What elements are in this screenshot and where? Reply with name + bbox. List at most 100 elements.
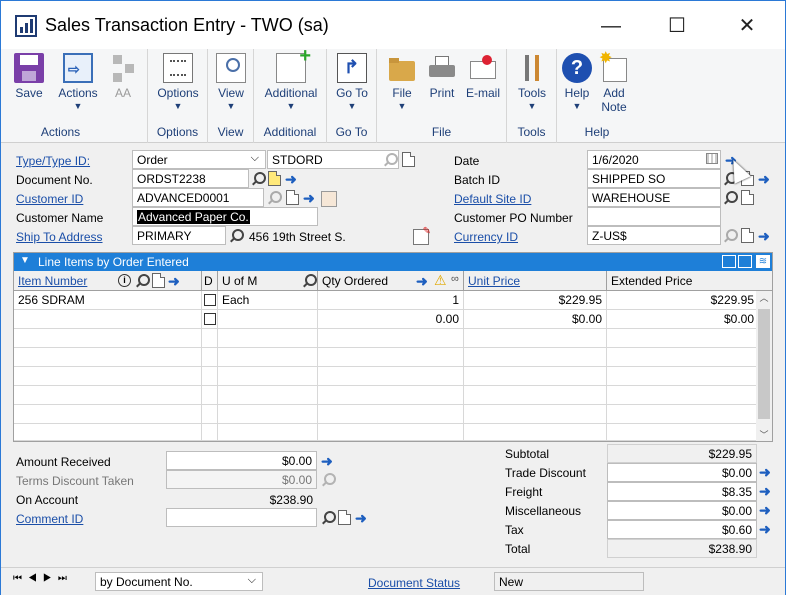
go-arrow-icon[interactable]: ➜ — [168, 274, 182, 288]
freight-field[interactable]: $8.35 — [607, 482, 757, 501]
collapse-icon[interactable]: ▼ — [20, 255, 30, 266]
column-qty-ordered[interactable]: Qty Ordered ➜ ⚠ ∞ — [318, 271, 464, 291]
item-number-cell[interactable]: 256 SDRAM — [14, 291, 202, 310]
lookup-icon[interactable] — [321, 473, 336, 487]
empty-row[interactable] — [14, 386, 758, 405]
d-checkbox[interactable] — [204, 313, 216, 325]
table-row[interactable]: 256 SDRAM Each 1 $229.95 $229.95 — [14, 291, 758, 310]
customer-card-icon[interactable] — [321, 191, 337, 207]
go-arrow-icon[interactable]: ➜ — [759, 465, 773, 479]
minimize-button[interactable]: — — [591, 11, 631, 41]
new-document-icon[interactable] — [741, 228, 754, 243]
aa-button[interactable]: AA — [109, 53, 137, 100]
additional-button[interactable]: + Additional ▼ — [260, 46, 322, 111]
view-button[interactable]: View ▼ — [214, 53, 248, 111]
empty-row[interactable] — [14, 424, 758, 441]
unit-price-cell[interactable]: $0.00 — [464, 310, 607, 329]
help-button[interactable]: ? Help ▼ — [561, 53, 593, 111]
lookup-icon[interactable] — [383, 153, 398, 167]
uom-cell[interactable]: Each — [218, 291, 318, 310]
column-extended-price[interactable]: Extended Price — [607, 271, 772, 291]
default-site-id-field[interactable]: WAREHOUSE — [587, 188, 721, 207]
go-arrow-icon[interactable]: ➜ — [758, 229, 772, 243]
goto-button[interactable]: ↱ Go To ▼ — [333, 53, 371, 111]
table-row[interactable]: 0.00 $0.00 $0.00 — [14, 310, 758, 329]
lookup-icon[interactable] — [321, 511, 336, 525]
trade-discount-field[interactable]: $0.00 — [607, 463, 757, 482]
actions-button[interactable]: ⇨ Actions ▼ — [55, 53, 101, 111]
lookup-icon[interactable] — [723, 191, 738, 205]
lookup-icon[interactable] — [723, 229, 738, 243]
first-record-icon[interactable]: ⏮ — [13, 573, 28, 584]
lookup-icon[interactable] — [251, 172, 266, 186]
qty-cell[interactable]: 1 — [318, 291, 464, 310]
column-d[interactable]: D — [202, 271, 218, 291]
sort-order-select[interactable]: by Document No. ⌵ — [95, 572, 263, 591]
customer-id-label[interactable]: Customer ID — [16, 192, 83, 206]
new-document-icon[interactable] — [152, 273, 165, 288]
empty-row[interactable] — [14, 329, 758, 348]
qty-cell[interactable]: 0.00 — [318, 310, 464, 329]
lookup-icon[interactable] — [267, 191, 282, 205]
ship-to-address-label[interactable]: Ship To Address — [16, 230, 103, 244]
note-icon[interactable] — [268, 171, 281, 186]
go-arrow-icon[interactable]: ➜ — [759, 503, 773, 517]
document-no-field[interactable]: ORDST2238 — [132, 169, 249, 188]
item-number-cell[interactable] — [14, 310, 202, 329]
empty-row[interactable] — [14, 348, 758, 367]
customer-po-field[interactable] — [587, 207, 721, 226]
document-status-label[interactable]: Document Status — [368, 576, 460, 590]
date-field[interactable]: 1/6/2020 — [587, 150, 721, 169]
previous-record-icon[interactable]: ◀ — [28, 573, 43, 584]
add-note-button[interactable]: ✸ Add Note — [597, 51, 631, 114]
type-select[interactable]: Order ⌵ — [132, 150, 266, 169]
go-arrow-icon[interactable]: ➜ — [759, 484, 773, 498]
print-button[interactable]: Print — [425, 53, 459, 100]
extended-price-cell[interactable]: $229.95 — [607, 291, 758, 310]
type-id-field[interactable]: STDORD — [267, 150, 399, 169]
scroll-up-icon[interactable]: ︿ — [756, 291, 772, 304]
go-arrow-icon[interactable]: ➜ — [321, 454, 335, 468]
address-edit-icon[interactable]: ✎ — [413, 226, 431, 245]
grid-scrollbar[interactable]: ︿ ﹀ — [756, 291, 772, 441]
link-icon[interactable]: ∞ — [451, 273, 459, 285]
show-details-icon[interactable]: ≋ — [756, 255, 770, 268]
scroll-thumb[interactable] — [758, 309, 770, 419]
tax-field[interactable]: $0.60 — [607, 520, 757, 539]
options-button[interactable]: Options ▼ — [156, 53, 200, 111]
new-document-icon[interactable] — [402, 152, 415, 167]
scroll-down-icon[interactable]: ﹀ — [756, 428, 772, 441]
column-item-number[interactable]: Item Number i ➜ — [14, 271, 202, 291]
collapse-lines-icon[interactable] — [722, 255, 736, 268]
customer-id-field[interactable]: ADVANCED0001 — [132, 188, 264, 207]
new-document-icon[interactable] — [338, 510, 351, 525]
close-button[interactable]: ✕ — [727, 11, 767, 41]
warning-icon[interactable]: ⚠ — [434, 272, 447, 289]
currency-id-label[interactable]: Currency ID — [454, 230, 518, 244]
calendar-icon[interactable] — [706, 153, 718, 164]
new-document-icon[interactable] — [741, 190, 754, 205]
next-record-icon[interactable]: ▶ — [43, 573, 58, 584]
d-checkbox[interactable] — [204, 294, 216, 306]
go-arrow-icon[interactable]: ➜ — [759, 522, 773, 536]
extended-price-cell[interactable]: $0.00 — [607, 310, 758, 329]
ship-to-field[interactable]: PRIMARY — [132, 226, 226, 245]
lookup-icon[interactable] — [135, 274, 150, 288]
comment-id-label[interactable]: Comment ID — [16, 512, 83, 526]
miscellaneous-field[interactable]: $0.00 — [607, 501, 757, 520]
lookup-icon[interactable] — [229, 229, 244, 243]
d-cell[interactable] — [202, 310, 218, 329]
save-button[interactable]: Save — [11, 53, 47, 100]
go-arrow-icon[interactable]: ➜ — [758, 172, 772, 186]
column-uom[interactable]: U of M — [218, 271, 318, 291]
amount-received-field[interactable]: $0.00 — [166, 451, 317, 470]
email-button[interactable]: E-mail — [463, 53, 503, 100]
comment-id-field[interactable] — [166, 508, 317, 527]
batch-id-field[interactable]: SHIPPED SO — [587, 169, 721, 188]
info-icon[interactable]: i — [118, 274, 131, 287]
d-cell[interactable] — [202, 291, 218, 310]
currency-id-field[interactable]: Z-US$ — [587, 226, 721, 245]
empty-row[interactable] — [14, 367, 758, 386]
customer-name-field[interactable]: Advanced Paper Co. — [132, 207, 318, 226]
unit-price-cell[interactable]: $229.95 — [464, 291, 607, 310]
